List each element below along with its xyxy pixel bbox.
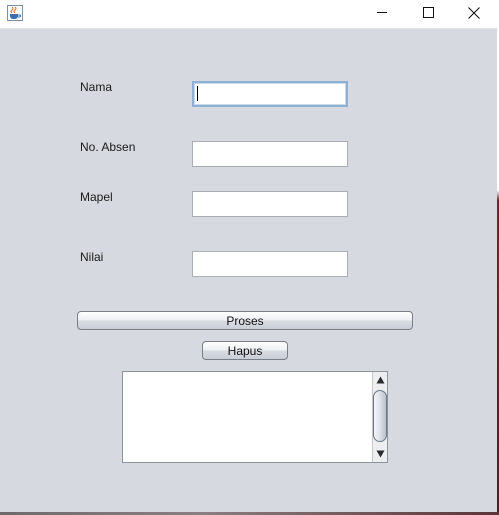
triangle-down-icon (376, 447, 385, 461)
scroll-thumb[interactable] (373, 390, 387, 442)
close-button[interactable] (451, 0, 497, 28)
no-absen-label: No. Absen (80, 140, 136, 154)
java-cup-icon[interactable] (7, 5, 23, 21)
mapel-label: Mapel (80, 190, 113, 204)
scroll-up-button[interactable] (373, 373, 387, 387)
triangle-up-icon (376, 373, 385, 387)
proses-button[interactable]: Proses (77, 311, 413, 330)
hapus-button[interactable]: Hapus (202, 341, 288, 360)
app-window: Nama No. Absen Mapel Nilai Proses Hapus (0, 0, 497, 512)
title-bar[interactable] (0, 0, 497, 29)
minimize-icon (376, 7, 388, 21)
text-caret (197, 86, 198, 101)
minimize-button[interactable] (359, 0, 405, 28)
output-scroll-pane (122, 371, 388, 463)
mapel-field[interactable] (192, 191, 348, 217)
close-icon (468, 6, 480, 22)
maximize-icon (422, 7, 434, 21)
no-absen-field[interactable] (192, 141, 348, 167)
nama-field[interactable] (192, 81, 348, 107)
nilai-field[interactable] (192, 251, 348, 277)
maximize-button[interactable] (405, 0, 451, 28)
nama-label: Nama (80, 80, 113, 94)
vertical-scrollbar[interactable] (372, 372, 387, 462)
scroll-down-button[interactable] (373, 447, 387, 461)
output-text-area[interactable] (123, 372, 372, 462)
nilai-label: Nilai (80, 250, 104, 264)
